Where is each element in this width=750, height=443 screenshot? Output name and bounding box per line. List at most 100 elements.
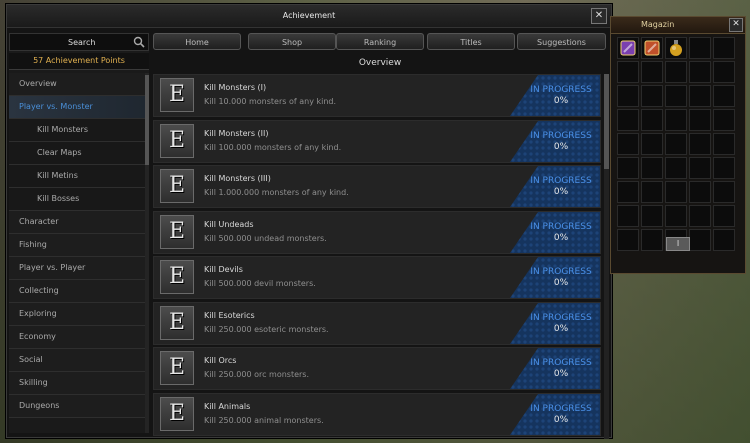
- inventory-page-button[interactable]: I: [666, 237, 690, 251]
- inventory-slot[interactable]: [617, 37, 639, 59]
- achievement-emblem-icon: E: [160, 260, 194, 294]
- search-input[interactable]: Search: [9, 33, 149, 51]
- achievement-emblem-icon: E: [160, 169, 194, 203]
- tab-bar: Home Shop Ranking Titles Suggestions: [153, 33, 607, 51]
- achievement-row[interactable]: E Kill Monsters (I) Kill 10.000 monsters o…: [153, 74, 601, 117]
- tab-home[interactable]: Home: [153, 33, 241, 50]
- inventory-slot[interactable]: [689, 157, 711, 179]
- tab-suggestions[interactable]: Suggestions: [517, 33, 606, 50]
- achievement-scrollbar[interactable]: [604, 74, 609, 439]
- inventory-slot[interactable]: [617, 157, 639, 179]
- sidebar-item[interactable]: Kill Bosses: [9, 188, 145, 211]
- sidebar-item[interactable]: Fishing: [9, 234, 145, 257]
- red-gold-scroll-icon[interactable]: [643, 39, 661, 57]
- sidebar-item[interactable]: Kill Monsters: [9, 119, 145, 142]
- tab-titles[interactable]: Titles: [427, 33, 515, 50]
- inventory-slot[interactable]: [689, 181, 711, 203]
- purple-scroll-icon[interactable]: [619, 39, 637, 57]
- inventory-slot[interactable]: [617, 229, 639, 251]
- inventory-slot[interactable]: [617, 85, 639, 107]
- sidebar-item[interactable]: Exploring: [9, 303, 145, 326]
- sidebar-item[interactable]: Dungeons: [9, 395, 145, 418]
- inventory-slot[interactable]: [713, 85, 735, 107]
- sidebar-item[interactable]: Skilling: [9, 372, 145, 395]
- close-icon[interactable]: ✕: [591, 8, 607, 24]
- inventory-slot[interactable]: [617, 205, 639, 227]
- sidebar-item[interactable]: Player vs. Player: [9, 257, 145, 280]
- inventory-slot[interactable]: [713, 157, 735, 179]
- sidebar-item[interactable]: Character: [9, 211, 145, 234]
- inventory-title: Magazin: [641, 20, 675, 29]
- achievement-row[interactable]: E Kill Devils Kill 500.000 devil monsters.…: [153, 256, 601, 299]
- inventory-slot[interactable]: [641, 133, 663, 155]
- sidebar-scrollbar[interactable]: [145, 73, 149, 433]
- inventory-slot[interactable]: [713, 205, 735, 227]
- inventory-slot[interactable]: [713, 133, 735, 155]
- inventory-slot[interactable]: [617, 133, 639, 155]
- achievement-row[interactable]: E Kill Monsters (II) Kill 100.000 monsters…: [153, 119, 601, 163]
- inventory-slot[interactable]: [689, 109, 711, 131]
- inventory-slot[interactable]: [641, 37, 663, 59]
- sidebar-item[interactable]: Player vs. Monster: [9, 96, 145, 119]
- inventory-slot[interactable]: [713, 181, 735, 203]
- inventory-slot[interactable]: [665, 133, 687, 155]
- inventory-slot[interactable]: [641, 85, 663, 107]
- inventory-slot[interactable]: [665, 109, 687, 131]
- inventory-slot[interactable]: [665, 37, 687, 59]
- inventory-slot[interactable]: [641, 205, 663, 227]
- sidebar-item[interactable]: Clear Maps: [9, 142, 145, 165]
- inventory-slot[interactable]: [641, 229, 663, 251]
- inventory-slot[interactable]: [665, 181, 687, 203]
- inventory-slot[interactable]: [689, 85, 711, 107]
- progress-percent: 0%: [553, 232, 569, 243]
- inventory-slot[interactable]: [689, 61, 711, 83]
- inventory-slot[interactable]: [689, 205, 711, 227]
- inventory-slot[interactable]: [665, 85, 687, 107]
- inventory-slot[interactable]: [713, 61, 735, 83]
- achievement-name: Kill Monsters (I): [204, 83, 267, 92]
- achievement-description: Kill 250.000 animal monsters.: [204, 415, 324, 425]
- achievement-row[interactable]: E Kill Undeads Kill 500.000 undead monster…: [153, 210, 601, 254]
- inventory-slot[interactable]: [641, 181, 663, 203]
- inventory-slot[interactable]: [713, 37, 735, 59]
- achievement-description: Kill 500.000 devil monsters.: [204, 279, 316, 288]
- inventory-slot[interactable]: [617, 181, 639, 203]
- inventory-slot[interactable]: [641, 61, 663, 83]
- inventory-slot[interactable]: [665, 61, 687, 83]
- inventory-slot[interactable]: [689, 133, 711, 155]
- achievement-scroll-thumb[interactable]: [604, 74, 609, 169]
- inventory-slot[interactable]: [641, 157, 663, 179]
- achievement-name: Kill Orcs: [204, 356, 237, 365]
- search-icon[interactable]: [133, 36, 145, 48]
- sidebar-item[interactable]: Economy: [9, 326, 145, 349]
- inventory-titlebar[interactable]: Magazin ✕: [611, 17, 745, 34]
- inventory-slot[interactable]: [665, 157, 687, 179]
- inventory-slot[interactable]: [617, 109, 639, 131]
- achievement-row[interactable]: E Kill Monsters (III) Kill 1.000.000 monst…: [153, 165, 601, 208]
- status-badge: IN PROGRESS 0%: [510, 75, 600, 116]
- inventory-slot[interactable]: [641, 109, 663, 131]
- emblem-letter: E: [169, 173, 186, 198]
- inventory-slot[interactable]: [665, 205, 687, 227]
- sidebar-item[interactable]: Collecting: [9, 280, 145, 303]
- sidebar-item[interactable]: Overview: [9, 73, 145, 96]
- window-title: Achievement: [282, 11, 336, 20]
- inventory-slot[interactable]: [689, 229, 711, 251]
- achievement-row[interactable]: E Kill Orcs Kill 250.000 orc monsters. IN P…: [153, 347, 601, 390]
- sidebar-item[interactable]: Kill Metins: [9, 165, 145, 188]
- inventory-slot[interactable]: [617, 61, 639, 83]
- tab-shop[interactable]: Shop: [248, 33, 336, 50]
- window-titlebar[interactable]: Achievement ✕: [7, 5, 611, 28]
- potion-bottle-icon[interactable]: [667, 39, 685, 57]
- achievement-row[interactable]: E Kill Esoterics Kill 250.000 esoteric mon…: [153, 301, 601, 345]
- sidebar-scroll-thumb[interactable]: [145, 75, 149, 165]
- tab-ranking[interactable]: Ranking: [336, 33, 424, 50]
- inventory-slot[interactable]: [689, 37, 711, 59]
- sidebar: Search 57 Achievement Points Overview Pla…: [9, 33, 149, 433]
- emblem-letter: E: [169, 264, 186, 289]
- close-icon[interactable]: ✕: [729, 18, 743, 32]
- inventory-slot[interactable]: [713, 229, 735, 251]
- inventory-slot[interactable]: [713, 109, 735, 131]
- sidebar-item[interactable]: Social: [9, 349, 145, 372]
- achievement-row[interactable]: E Kill Animals Kill 250.000 animal monster…: [153, 392, 601, 436]
